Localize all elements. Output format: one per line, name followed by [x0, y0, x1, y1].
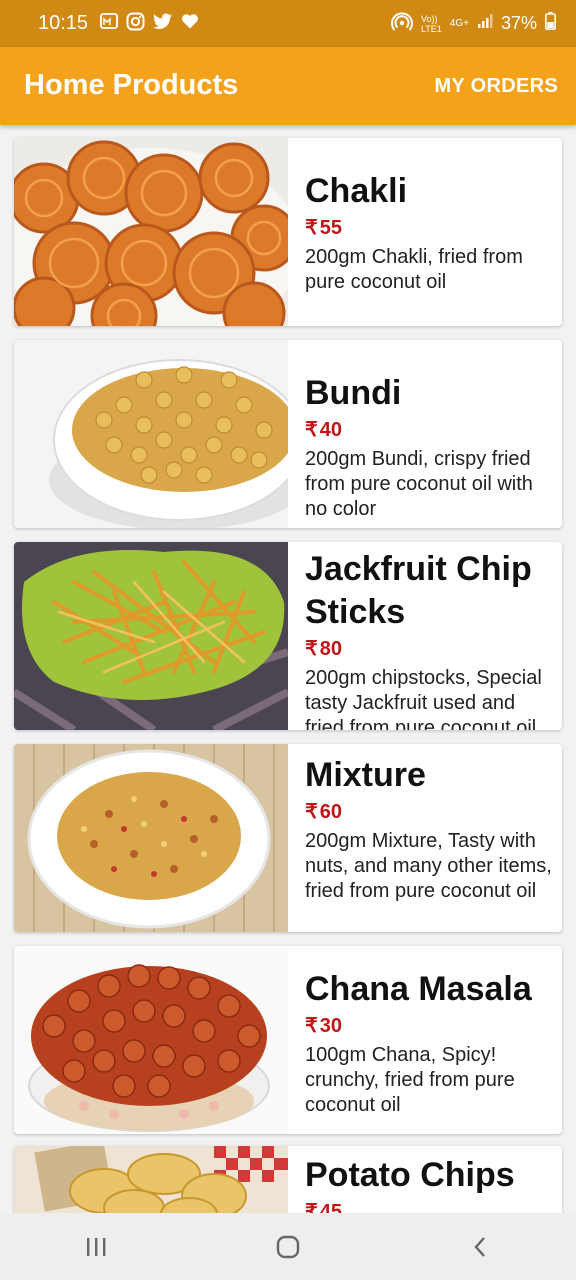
product-card[interactable]: Bundi ₹40 200gm Bundi, crispy fried from… — [14, 340, 562, 528]
currency-symbol: ₹ — [305, 801, 318, 823]
battery-percent: 37% — [500, 13, 537, 33]
product-image — [14, 744, 288, 932]
product-price: ₹45 — [305, 1199, 558, 1213]
product-name: Chana Masala — [305, 970, 532, 1008]
heart-icon — [181, 13, 199, 34]
twitter-icon — [153, 13, 173, 35]
network-gen-label: 4G+ — [449, 18, 469, 29]
product-image — [14, 946, 288, 1134]
currency-symbol: ₹ — [305, 1201, 318, 1213]
instagram-icon — [126, 12, 145, 36]
recents-icon[interactable] — [66, 1227, 126, 1267]
currency-symbol: ₹ — [305, 638, 318, 660]
status-bar: 10:15 Vo)) LTE1 4G+ 37% — [0, 0, 576, 47]
product-card[interactable]: Chana Masala ₹30 100gm Chana, Spicy! cru… — [14, 946, 562, 1134]
product-name: Potato Chips — [305, 1156, 515, 1194]
product-name: Mixture — [305, 756, 426, 794]
currency-symbol: ₹ — [305, 1015, 318, 1037]
product-image — [14, 542, 288, 730]
product-price: ₹55 — [305, 217, 342, 239]
product-name: Chakli — [305, 172, 408, 210]
page-title: Home Products — [24, 69, 239, 101]
network-lte-label: LTE1 — [420, 23, 442, 34]
product-card[interactable]: Chakli ₹55 200gm Chakli, fried from pure… — [14, 138, 562, 326]
app-bar: Home Products MY ORDERS — [0, 47, 576, 125]
back-icon[interactable] — [450, 1227, 510, 1267]
my-orders-button[interactable]: MY ORDERS — [435, 75, 558, 98]
product-description: 100gm Chana, Spicy! crunchy, fried from … — [305, 1044, 515, 1116]
product-card[interactable]: Potato Chips ₹45 — [14, 1146, 562, 1213]
currency-symbol: ₹ — [305, 419, 318, 441]
currency-symbol: ₹ — [305, 217, 318, 239]
product-description: 200gm Chakli, fried from pure coconut oi… — [305, 246, 523, 293]
home-icon[interactable] — [258, 1227, 318, 1267]
status-time: 10:15 — [38, 12, 89, 34]
product-card[interactable]: Jackfruit Chip Sticks ₹80 200gm chipstoc… — [14, 542, 562, 730]
product-price: ₹40 — [305, 419, 342, 441]
gallery-icon — [100, 13, 118, 34]
product-image — [14, 138, 288, 326]
hotspot-icon — [390, 11, 413, 36]
product-description: 200gm chipstocks, Special tasty Jackfrui… — [305, 667, 542, 730]
system-navigation-bar — [0, 1213, 576, 1280]
product-image — [14, 340, 288, 528]
product-name: Bundi — [305, 374, 402, 412]
product-price: ₹60 — [305, 801, 342, 823]
product-description: 200gm Bundi, crispy fried from pure coco… — [305, 448, 533, 520]
product-price: ₹80 — [305, 638, 342, 660]
product-card[interactable]: Mixture ₹60 200gm Mixture, Tasty with nu… — [14, 744, 562, 932]
signal-icon — [477, 13, 493, 34]
product-name: Jackfruit Chip Sticks — [305, 550, 532, 631]
battery-icon — [545, 12, 556, 35]
product-price: ₹30 — [305, 1015, 342, 1037]
product-list[interactable]: Chakli ₹55 200gm Chakli, fried from pure… — [0, 125, 576, 1213]
network-volte-label: Vo)) — [420, 13, 438, 24]
product-image — [14, 1146, 288, 1213]
product-description: 200gm Mixture, Tasty with nuts, and many… — [305, 830, 552, 902]
